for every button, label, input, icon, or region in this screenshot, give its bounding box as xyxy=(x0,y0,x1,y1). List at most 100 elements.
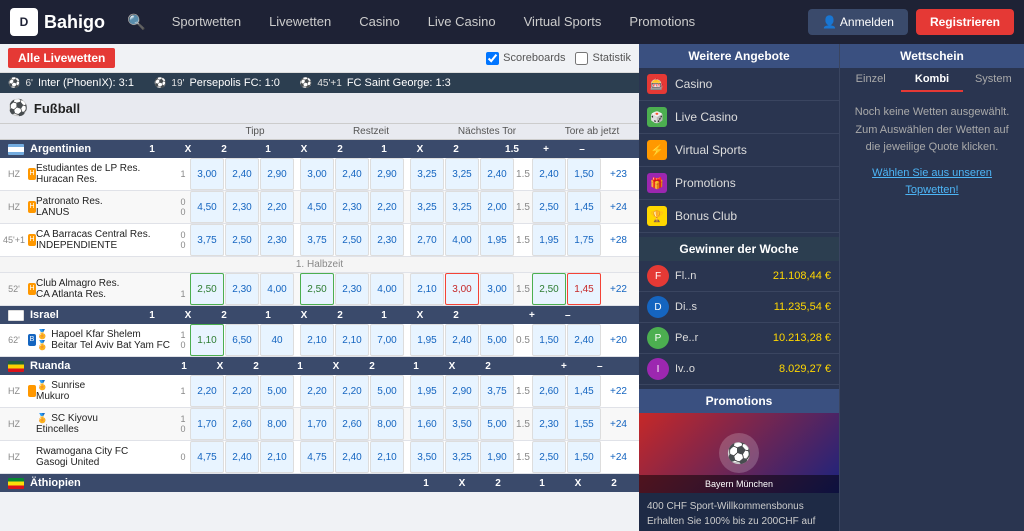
col-tore-label: Tore ab jetzt xyxy=(562,126,622,137)
main-layout: Alle Livewetten Scoreboards Statistik ⚽ … xyxy=(0,44,1024,531)
col-restzeit-label: Restzeit xyxy=(316,126,426,137)
country-argentina: Argentinien 1 X 2 1 X 2 1 X 2 1.5 + – xyxy=(0,140,639,158)
country-aethiopien: Äthiopien 1X2 1X2 xyxy=(0,474,639,492)
scoreboards-checkbox[interactable]: Scoreboards xyxy=(486,52,565,65)
aethiopien-label: Äthiopien xyxy=(30,477,81,489)
tab-system[interactable]: System xyxy=(963,68,1024,92)
col-naechstes-tor-label: Nächstes Tor xyxy=(432,126,542,137)
login-button[interactable]: 👤 Anmelden xyxy=(808,9,908,35)
promo-text: 400 CHF Sport-Willkommensbonus Erhalten … xyxy=(639,493,839,531)
live-match-1[interactable]: ⚽ 6' Inter (PhoenIX): 3:1 xyxy=(8,77,134,89)
sport-name: Fußball xyxy=(34,101,80,116)
match-label: H xyxy=(28,201,36,213)
odd-btn[interactable]: 2,20 xyxy=(260,191,294,223)
team1-name: Patronato Res. xyxy=(36,196,176,207)
statistik-label: Statistik xyxy=(592,52,631,64)
odd-btn[interactable]: 3,25 xyxy=(445,158,479,190)
winner-row-4: I Iv..o 8.029,27 € xyxy=(639,354,839,385)
winner-amount: 11.235,54 € xyxy=(774,301,831,313)
odd-btn[interactable]: 2,30 xyxy=(225,191,259,223)
odd-btn[interactable]: 3,25 xyxy=(410,158,444,190)
search-icon[interactable]: 🔍 xyxy=(127,13,146,31)
promo-image[interactable]: ⚽ Bayern München xyxy=(639,413,839,493)
team1-name: Estudiantes de LP Res. xyxy=(36,163,176,174)
odd-btn[interactable]: 3,00 xyxy=(190,158,224,190)
match-row: HZ 🏅 SC Kiyovu Etincelles 10 1,70 2,60 8… xyxy=(0,408,639,441)
winner-row-3: P Pe..r 10.213,28 € xyxy=(639,323,839,354)
register-button[interactable]: Registrieren xyxy=(916,9,1014,35)
col-headers: Tipp Restzeit Nächstes Tor Tore ab jetzt xyxy=(0,124,639,140)
odd-btn[interactable]: 2,40 xyxy=(480,158,514,190)
winner-name: Iv..o xyxy=(675,363,773,375)
winner-name: Fl..n xyxy=(675,270,767,282)
match-row: HZ Rwamogana City FC Gasogi United 0 4,7… xyxy=(0,441,639,474)
odd-btn[interactable]: 2,00 xyxy=(480,191,514,223)
team2-name: Huracan Res. xyxy=(36,174,176,185)
avatar: I xyxy=(647,358,669,380)
live-match-2[interactable]: ⚽ 19' Persepolis FC: 1:0 xyxy=(154,77,280,89)
odd-btn[interactable]: 2,40 xyxy=(532,158,566,190)
live-match-3[interactable]: ⚽ 45'+1 FC Saint George: 1:3 xyxy=(300,77,451,89)
israel-label: Israel xyxy=(30,309,59,321)
match-row: 62' B 🏅 Hapoel Kfar Shelem 🏅 Beitar Tel … xyxy=(0,324,639,357)
tab-einzel[interactable]: Einzel xyxy=(840,68,901,92)
weitere-angebote-header: Weitere Angebote xyxy=(639,44,839,68)
nav-livewetten[interactable]: Livewetten xyxy=(255,0,345,44)
winner-name: Pe..r xyxy=(675,332,767,344)
live-matches-row: ⚽ 6' Inter (PhoenIX): 3:1 ⚽ 19' Persepol… xyxy=(0,73,639,93)
statistik-checkbox[interactable]: Statistik xyxy=(575,52,631,65)
odd-btn[interactable]: 2,30 xyxy=(335,191,369,223)
nav-bar: Sportwetten Livewetten Casino Live Casin… xyxy=(158,0,809,44)
nav-promotions[interactable]: Promotions xyxy=(615,0,709,44)
odd-btn[interactable]: 3,25 xyxy=(445,191,479,223)
header-buttons: 👤 Anmelden Anmelden Registrieren xyxy=(808,9,1014,35)
odd-btn[interactable]: 4,50 xyxy=(190,191,224,223)
odd-btn[interactable]: 2,40 xyxy=(335,158,369,190)
rp-item-bonus-club[interactable]: 🏆 Bonus Club xyxy=(639,200,839,233)
odd-btn[interactable]: 2,50 xyxy=(532,191,566,223)
country-israel: Israel 1X2 1X2 1X2 +– xyxy=(0,306,639,324)
odd-btn[interactable]: 1,45 xyxy=(567,191,601,223)
promo-header: Promotions xyxy=(639,389,839,413)
odd-btn[interactable]: 4,50 xyxy=(300,191,334,223)
header: D Bahigo 🔍 Sportwetten Livewetten Casino… xyxy=(0,0,1024,44)
col-tipp-label: Tipp xyxy=(200,126,310,137)
live-bar[interactable]: Alle Livewetten xyxy=(8,48,115,68)
nav-sportwetten[interactable]: Sportwetten xyxy=(158,0,255,44)
topwetten-link[interactable]: Wählen Sie aus unseren Topwetten! xyxy=(872,167,992,197)
rp-item-live-casino[interactable]: 🎲 Live Casino xyxy=(639,101,839,134)
rp-item-promotions[interactable]: 🎁 Promotions xyxy=(639,167,839,200)
match-row: HZ H Estudiantes de LP Res. Huracan Res.… xyxy=(0,158,639,191)
nav-casino[interactable]: Casino xyxy=(345,0,413,44)
nav-live-casino[interactable]: Live Casino xyxy=(414,0,510,44)
logo-icon: D xyxy=(10,8,38,36)
ruanda-label: Ruanda xyxy=(30,360,70,372)
match-row: HZ H Patronato Res. LANUS 00 4,50 2,30 2… xyxy=(0,191,639,224)
avatar: F xyxy=(647,265,669,287)
winner-name: Di..s xyxy=(675,301,768,313)
match-row: 52' H Club Almagro Res. CA Atlanta Res. … xyxy=(0,273,639,306)
rp-item-virtual-sports[interactable]: ⚡ Virtual Sports xyxy=(639,134,839,167)
winner-row-2: D Di..s 11.235,54 € xyxy=(639,292,839,323)
rp-item-casino[interactable]: 🎰 Casino xyxy=(639,68,839,101)
odd-btn[interactable]: 1,50 xyxy=(567,158,601,190)
country-ruanda: Ruanda 1X2 1X2 1X2 +– xyxy=(0,357,639,375)
match-row-group: 45'+1 H CA Barracas Central Res. INDEPEN… xyxy=(0,224,639,273)
halftime-label: 1. Halbzeit xyxy=(0,257,639,273)
team2-name: LANUS xyxy=(36,207,176,218)
avatar: D xyxy=(647,296,669,318)
winner-amount: 8.029,27 € xyxy=(779,363,831,375)
match-time: HZ xyxy=(0,169,28,179)
odd-btn[interactable]: 2,40 xyxy=(225,158,259,190)
odd-btn[interactable]: 2,90 xyxy=(260,158,294,190)
odd-btn[interactable]: 2,20 xyxy=(370,191,404,223)
tab-kombi[interactable]: Kombi xyxy=(901,68,962,92)
scoreboards-label: Scoreboards xyxy=(503,52,565,64)
odd-btn[interactable]: 3,00 xyxy=(300,158,334,190)
odd-btn[interactable]: 3,25 xyxy=(410,191,444,223)
match-label: H xyxy=(28,168,36,180)
logo: D Bahigo xyxy=(10,8,105,36)
nav-virtual-sports[interactable]: Virtual Sports xyxy=(510,0,616,44)
match-time: HZ xyxy=(0,202,28,212)
odd-btn[interactable]: 2,90 xyxy=(370,158,404,190)
